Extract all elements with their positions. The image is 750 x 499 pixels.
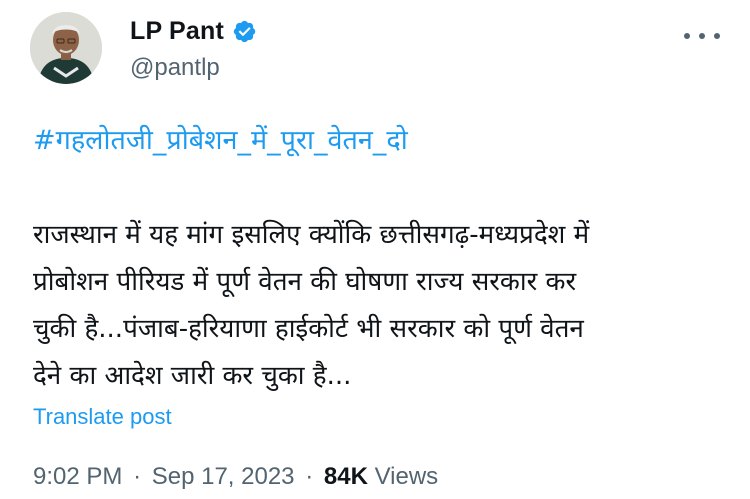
avatar-image (30, 12, 102, 84)
meta-separator: · (133, 463, 142, 490)
verified-badge-icon[interactable] (232, 19, 257, 44)
hashtag-link[interactable]: #गहलोतजी_प्रोबेशन_में_पूरा_वेतन_दो (33, 124, 408, 158)
tweet-text: राजस्थान में यह मांग इसलिए क्योंकि छत्ती… (33, 212, 723, 400)
author-names: LP Pant @pantlp (130, 14, 257, 82)
tweet-text-line: देने का आदेश जारी कर चुका है... (33, 361, 352, 391)
dot-icon (699, 33, 705, 39)
meta-separator: · (305, 463, 314, 490)
display-name[interactable]: LP Pant (130, 17, 224, 46)
dot-icon (684, 33, 690, 39)
author-handle[interactable]: @pantlp (130, 54, 257, 82)
views-count[interactable]: 84K (324, 463, 368, 490)
tweet-meta: 9:02 PM · Sep 17, 2023 · 84K Views (33, 463, 438, 491)
dot-icon (714, 33, 720, 39)
tweet-text-line: राजस्थान में यह मांग इसलिए क्योंकि छत्ती… (33, 220, 590, 250)
tweet-header: LP Pant @pantlp (30, 12, 720, 92)
more-options-icon[interactable] (684, 26, 720, 46)
views-label: Views (374, 463, 439, 490)
tweet-date[interactable]: Sep 17, 2023 (152, 463, 295, 490)
tweet-text-line: चुकी है...पंजाब-हरियाणा हाईकोर्ट भी सरका… (33, 314, 584, 344)
display-name-row: LP Pant (130, 14, 257, 48)
tweet-time[interactable]: 9:02 PM (33, 463, 122, 490)
avatar[interactable] (30, 12, 102, 84)
translate-post-link[interactable]: Translate post (33, 404, 172, 430)
tweet-text-line: प्रोबोशन पीरियड में पूर्ण वेतन की घोषणा … (33, 267, 577, 297)
